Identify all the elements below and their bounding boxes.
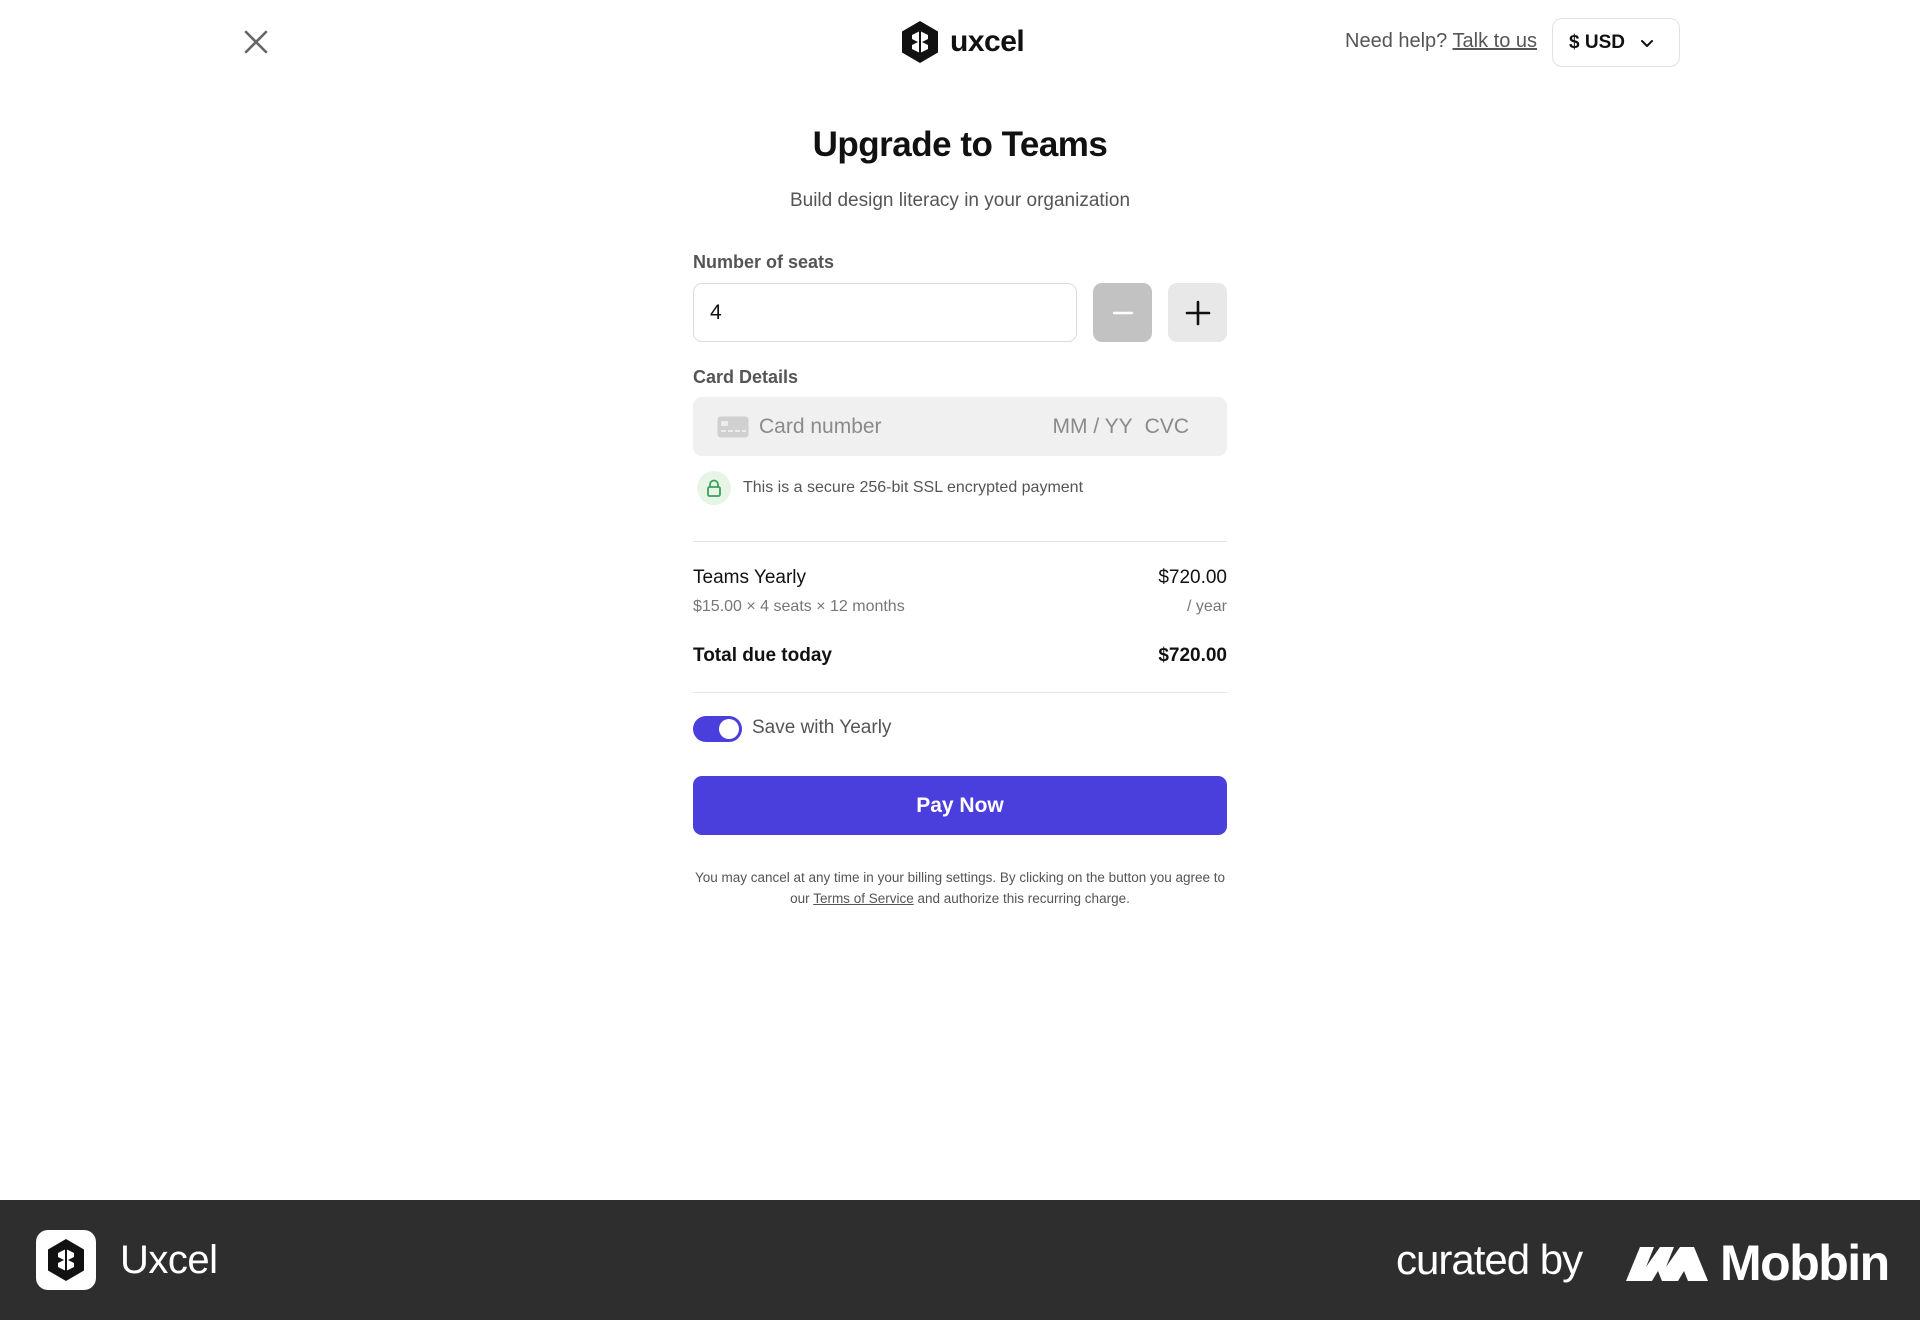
currency-select[interactable]: $ USD: [1552, 18, 1680, 67]
plan-row: Teams Yearly $720.00: [693, 567, 1227, 589]
app-icon: [36, 1230, 96, 1290]
total-value: $720.00: [1158, 645, 1227, 666]
close-icon: [244, 30, 268, 54]
brand-name: uxcel: [950, 25, 1025, 58]
footer-bar: Uxcel curated by Mobbin: [0, 1200, 1920, 1320]
currency-value: $ USD: [1569, 31, 1625, 53]
uxcel-logo-icon: [48, 1239, 84, 1281]
curated-by-text: curated by: [1396, 1236, 1583, 1283]
mobbin-brand: Mobbin: [1626, 1234, 1890, 1292]
legal-text: You may cancel at any time in your billi…: [693, 867, 1227, 909]
seats-input[interactable]: 4: [693, 283, 1077, 342]
plus-icon: [1185, 300, 1210, 325]
minus-icon: [1112, 311, 1133, 314]
yearly-toggle-label: Save with Yearly: [752, 717, 892, 738]
divider: [693, 692, 1227, 693]
plan-name: Teams Yearly: [693, 567, 807, 588]
brand-logo: uxcel: [900, 20, 1025, 64]
terms-of-service-link[interactable]: Terms of Service: [813, 891, 914, 906]
plan-price: $720.00: [1158, 567, 1227, 588]
card-cvc-field[interactable]: CVC: [1145, 415, 1189, 439]
mobbin-text: Mobbin: [1720, 1235, 1890, 1291]
plan-breakdown: $15.00 × 4 seats × 12 months: [693, 598, 905, 615]
yearly-toggle[interactable]: [693, 716, 742, 742]
close-button[interactable]: [240, 26, 272, 58]
pay-now-label: Pay Now: [916, 793, 1004, 817]
toggle-knob: [719, 719, 739, 739]
lock-badge: [697, 471, 731, 505]
legal-text-end: and authorize this recurring charge.: [913, 891, 1130, 906]
secure-payment-note: This is a secure 256-bit SSL encrypted p…: [697, 471, 1083, 505]
seats-value: 4: [710, 300, 722, 324]
help-label: Need help?: [1345, 30, 1448, 52]
footer-app-name: Uxcel: [120, 1238, 218, 1282]
plan-detail-row: $15.00 × 4 seats × 12 months / year: [693, 598, 1227, 616]
credit-card-icon: [717, 416, 749, 437]
chevron-down-icon: [1640, 39, 1653, 47]
talk-to-us-link[interactable]: Talk to us: [1453, 30, 1537, 52]
lock-icon: [707, 479, 721, 497]
help-text: Need help? Talk to us: [1345, 30, 1537, 53]
decrease-seats-button[interactable]: [1093, 283, 1152, 342]
divider: [693, 541, 1227, 542]
card-expiry-field[interactable]: MM / YY: [1053, 415, 1133, 439]
secure-text: This is a secure 256-bit SSL encrypted p…: [743, 479, 1084, 496]
mobbin-logo-icon: [1626, 1247, 1708, 1281]
card-number-placeholder: Card number: [759, 414, 882, 438]
plan-period: / year: [1186, 598, 1227, 615]
uxcel-logo-icon: [902, 21, 938, 63]
pay-now-button[interactable]: Pay Now: [693, 776, 1227, 835]
total-label: Total due today: [693, 645, 832, 666]
increase-seats-button[interactable]: [1168, 283, 1227, 342]
total-row: Total due today $720.00: [693, 645, 1227, 667]
card-number-field[interactable]: Card number MM / YY CVC: [693, 397, 1227, 456]
seats-label: Number of seats: [693, 252, 835, 272]
page-subtitle: Build design literacy in your organizati…: [789, 190, 1131, 211]
card-details-label: Card Details: [693, 367, 799, 387]
page-title: Upgrade to Teams: [812, 125, 1108, 164]
